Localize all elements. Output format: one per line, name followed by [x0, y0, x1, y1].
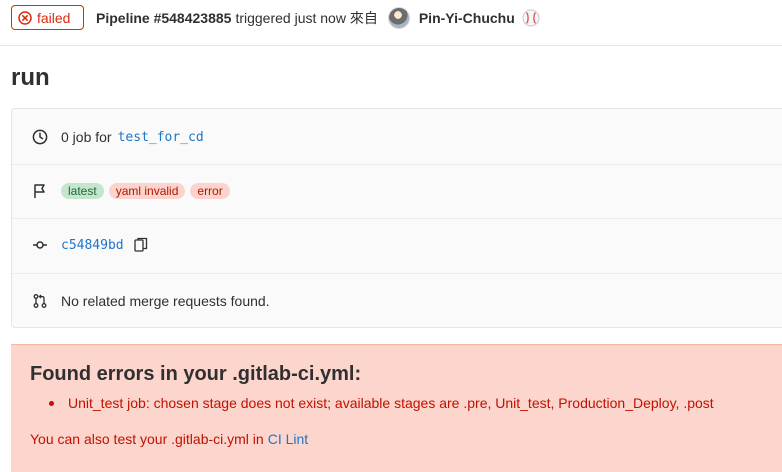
jobs-row: 0 job for test_for_cd	[12, 123, 782, 151]
commit-sha-link[interactable]: c54849bd	[61, 238, 124, 253]
divider	[12, 218, 782, 219]
commit-row: c54849bd	[12, 231, 782, 259]
ci-lint-link[interactable]: CI Lint	[268, 431, 308, 447]
pipeline-page: failed Pipeline #548423885 triggered jus…	[0, 0, 782, 472]
error-footer: You can also test your .gitlab-ci.yml in…	[30, 431, 308, 447]
status-badge[interactable]: failed	[11, 5, 84, 30]
jobs-count: 0 job for	[61, 129, 112, 145]
branch-link[interactable]: test_for_cd	[118, 130, 204, 145]
badge-yaml-invalid: yaml invalid	[108, 183, 186, 199]
user-name-link[interactable]: Pin-Yi-Chuchu	[419, 10, 515, 26]
triggered-text: triggered just now 來自	[235, 10, 378, 26]
baseball-icon	[522, 9, 540, 27]
pipeline-info-card: 0 job for test_for_cd latest yaml invali…	[11, 108, 782, 328]
error-footer-text: You can also test your .gitlab-ci.yml in	[30, 431, 264, 447]
pipeline-summary: Pipeline #548423885 triggered just now 來…	[96, 7, 540, 29]
pipeline-header: failed Pipeline #548423885 triggered jus…	[0, 0, 782, 46]
clock-icon	[32, 129, 48, 145]
status-label: failed	[37, 9, 71, 26]
badges-row: latest yaml invalid error	[12, 177, 782, 205]
divider	[12, 273, 782, 274]
bullet	[49, 400, 54, 406]
merge-requests-row: No related merge requests found.	[12, 287, 782, 315]
commit-icon	[32, 237, 48, 253]
avatar[interactable]	[387, 7, 410, 29]
merge-request-icon	[32, 293, 48, 309]
badge-error: error	[190, 183, 230, 199]
merge-requests-text: No related merge requests found.	[61, 293, 270, 309]
error-list: Unit_test job: chosen stage does not exi…	[49, 395, 714, 411]
error-circle-icon	[18, 10, 32, 25]
error-title: Found errors in your .gitlab-ci.yml:	[30, 363, 362, 385]
error-message: Unit_test job: chosen stage does not exi…	[68, 395, 714, 411]
copy-icon[interactable]	[133, 237, 148, 253]
page-title: run	[11, 64, 50, 91]
flag-icon	[32, 183, 48, 199]
pipeline-id: Pipeline #548423885	[96, 10, 232, 26]
divider	[12, 164, 782, 165]
error-list-item: Unit_test job: chosen stage does not exi…	[49, 395, 714, 411]
yaml-error-alert: Found errors in your .gitlab-ci.yml: Uni…	[11, 344, 782, 472]
badge-latest: latest	[61, 183, 104, 199]
